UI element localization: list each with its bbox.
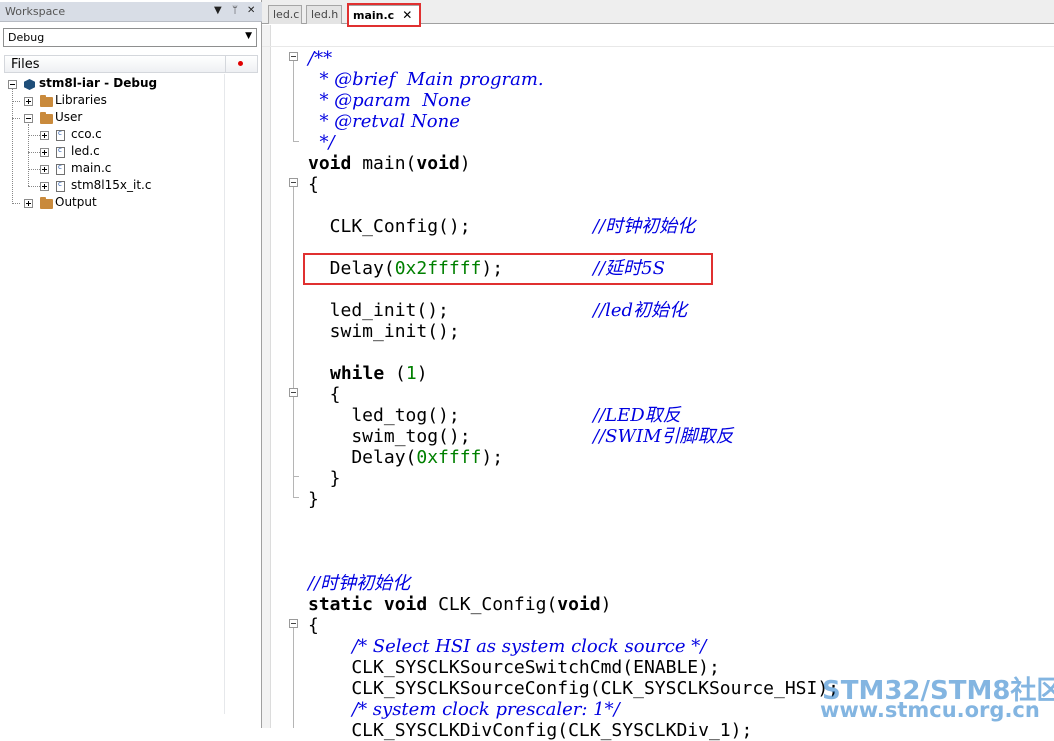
folder-icon	[40, 95, 53, 107]
code-line[interactable]: swim_tog();	[308, 426, 470, 447]
code-line[interactable]: * @brief Main program.	[308, 69, 543, 90]
code-line[interactable]: */	[308, 132, 334, 153]
delay-line-highlight	[303, 253, 713, 285]
code-line[interactable]: {	[308, 384, 341, 405]
code-line[interactable]: static void CLK_Config(void)	[308, 594, 611, 615]
code-comment[interactable]: /* Select HSI as system clock source */	[352, 636, 706, 657]
files-column-header[interactable]: Files	[4, 55, 258, 73]
expand-icon[interactable]	[40, 131, 49, 140]
tree-item-output[interactable]: Output	[4, 195, 258, 212]
tab-led-h[interactable]: led.h	[306, 5, 342, 24]
expand-icon[interactable]	[40, 165, 49, 174]
folder-icon	[40, 112, 53, 124]
configuration-select[interactable]: Debug ▼	[3, 28, 257, 47]
c-file-icon	[56, 146, 65, 158]
tab-label: led.h	[311, 8, 339, 21]
file-label: cco.c	[71, 127, 102, 141]
code-comment[interactable]: //时钟初始化	[308, 573, 410, 594]
code-line[interactable]: led_tog();	[308, 405, 459, 426]
code-comment[interactable]: /* system clock prescaler: 1*/	[352, 699, 620, 720]
workspace-titlebar: Workspace ▼ ᛘ ✕	[0, 2, 262, 22]
code-line[interactable]: * @param None	[308, 90, 471, 111]
close-icon[interactable]: ✕	[247, 5, 255, 16]
folder-icon	[40, 197, 53, 209]
code-line[interactable]: {	[308, 174, 319, 195]
code-line[interactable]: led_init();	[308, 300, 449, 321]
expand-icon[interactable]	[24, 199, 33, 208]
code-line[interactable]: CLK_Config();	[308, 216, 471, 237]
code-line[interactable]: /**	[308, 48, 332, 69]
fold-toggle-icon[interactable]	[289, 388, 298, 397]
collapse-icon[interactable]	[24, 114, 33, 123]
tab-label: led.c	[273, 8, 300, 21]
libraries-label: Libraries	[55, 93, 107, 107]
pin-icon[interactable]: ᛘ	[232, 5, 238, 16]
code-line[interactable]: CLK_SYSCLKSourceConfig(CLK_SYSCLKSource_…	[308, 678, 839, 699]
code-line[interactable]: }	[308, 468, 341, 489]
code-line[interactable]: CLK_SYSCLKDivConfig(CLK_SYSCLKDiv_1);	[308, 720, 752, 741]
project-label: stm8l-iar - Debug	[39, 76, 158, 90]
tree-item-file[interactable]: led.c	[4, 144, 258, 161]
tree-item-file[interactable]: main.c	[4, 161, 258, 178]
code-line[interactable]: * @retval None	[308, 111, 459, 132]
workspace-panel: Workspace ▼ ᛘ ✕ Debug ▼ Files stm8l-iar …	[0, 0, 262, 728]
code-line[interactable]: {	[308, 615, 319, 636]
status-dot-icon	[238, 61, 243, 66]
file-label: stm8l15x_it.c	[71, 178, 152, 192]
active-tab-highlight	[347, 3, 421, 27]
code-line[interactable]: void main(void)	[308, 153, 471, 174]
file-tree: stm8l-iar - Debug Libraries User cco.c l…	[4, 74, 258, 714]
user-label: User	[55, 110, 83, 124]
code-line[interactable]: Delay(0xffff);	[308, 447, 503, 468]
c-file-icon	[56, 163, 65, 175]
tree-item-user[interactable]: User	[4, 110, 258, 127]
fold-toggle-icon[interactable]	[289, 619, 298, 628]
code-line[interactable]: CLK_SYSCLKSourceSwitchCmd(ENABLE);	[308, 657, 719, 678]
expand-icon[interactable]	[40, 182, 49, 191]
collapse-icon[interactable]	[8, 80, 17, 89]
code-comment[interactable]: //led初始化	[593, 300, 687, 321]
code-line[interactable]: }	[308, 489, 319, 510]
expand-icon[interactable]	[40, 148, 49, 157]
editor-gutter	[262, 25, 271, 728]
expand-icon[interactable]	[24, 97, 33, 106]
files-header-label: Files	[11, 57, 40, 72]
code-comment[interactable]: //SWIM引脚取反	[593, 426, 734, 447]
code-line[interactable]: swim_init();	[308, 321, 460, 342]
file-label: main.c	[71, 161, 112, 175]
c-file-icon	[56, 180, 65, 192]
tree-item-file[interactable]: cco.c	[4, 127, 258, 144]
configuration-value: Debug	[8, 31, 45, 44]
dropdown-icon[interactable]: ▼	[214, 5, 222, 16]
workspace-title: Workspace	[5, 5, 66, 18]
file-label: led.c	[71, 144, 100, 158]
c-file-icon	[56, 129, 65, 141]
code-line[interactable]: while (1)	[330, 363, 428, 384]
tab-led-c[interactable]: led.c	[268, 5, 302, 24]
tree-item-libraries[interactable]: Libraries	[4, 93, 258, 110]
tree-item-project[interactable]: stm8l-iar - Debug	[4, 76, 258, 93]
fold-toggle-icon[interactable]	[289, 52, 298, 61]
fold-toggle-icon[interactable]	[289, 178, 298, 187]
output-label: Output	[55, 195, 97, 209]
project-icon	[24, 79, 35, 90]
watermark-url: www.stmcu.org.cn	[820, 698, 1040, 722]
code-comment[interactable]: //时钟初始化	[593, 216, 695, 237]
column-divider	[225, 56, 226, 72]
chevron-down-icon: ▼	[245, 31, 252, 41]
code-comment[interactable]: //LED取反	[593, 405, 681, 426]
tree-item-file[interactable]: stm8l15x_it.c	[4, 178, 258, 195]
